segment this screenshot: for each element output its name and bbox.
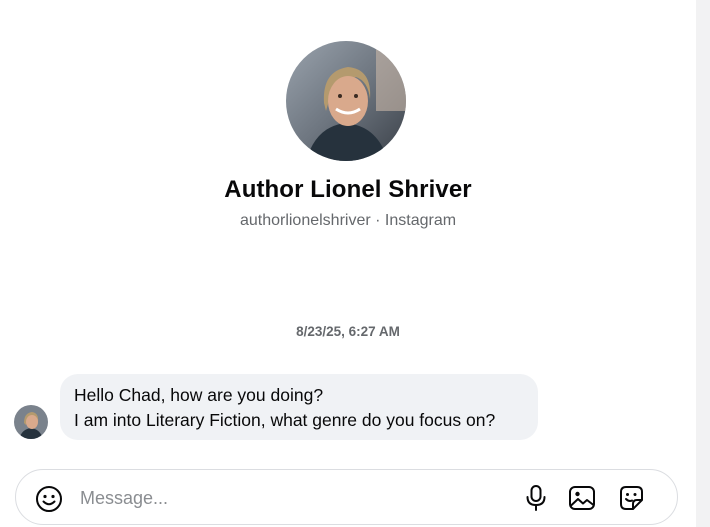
profile-subtitle: authorlionelshriver · Instagram [239, 212, 457, 229]
message-timestamp: 8/23/25, 6:27 AM [296, 324, 400, 339]
scrollbar-track[interactable] [696, 0, 710, 527]
message-bubble[interactable]: Hello Chad, how are you doing? I am into… [60, 374, 538, 440]
emoji-icon[interactable] [34, 484, 64, 514]
sticker-icon[interactable] [616, 483, 646, 513]
sender-avatar[interactable] [14, 405, 48, 439]
message-composer [15, 469, 678, 525]
message-input[interactable] [80, 484, 500, 512]
message-line: I am into Literary Fiction, what genre d… [74, 410, 496, 430]
microphone-icon[interactable] [521, 483, 551, 513]
profile-photo-avatar-icon [14, 405, 48, 439]
message-line: Hello Chad, how are you doing? [74, 385, 324, 405]
profile-avatar[interactable] [286, 41, 406, 161]
image-icon[interactable] [567, 483, 597, 513]
profile-photo-avatar-icon [286, 41, 406, 161]
profile-name: Author Lionel Shriver [224, 176, 472, 203]
